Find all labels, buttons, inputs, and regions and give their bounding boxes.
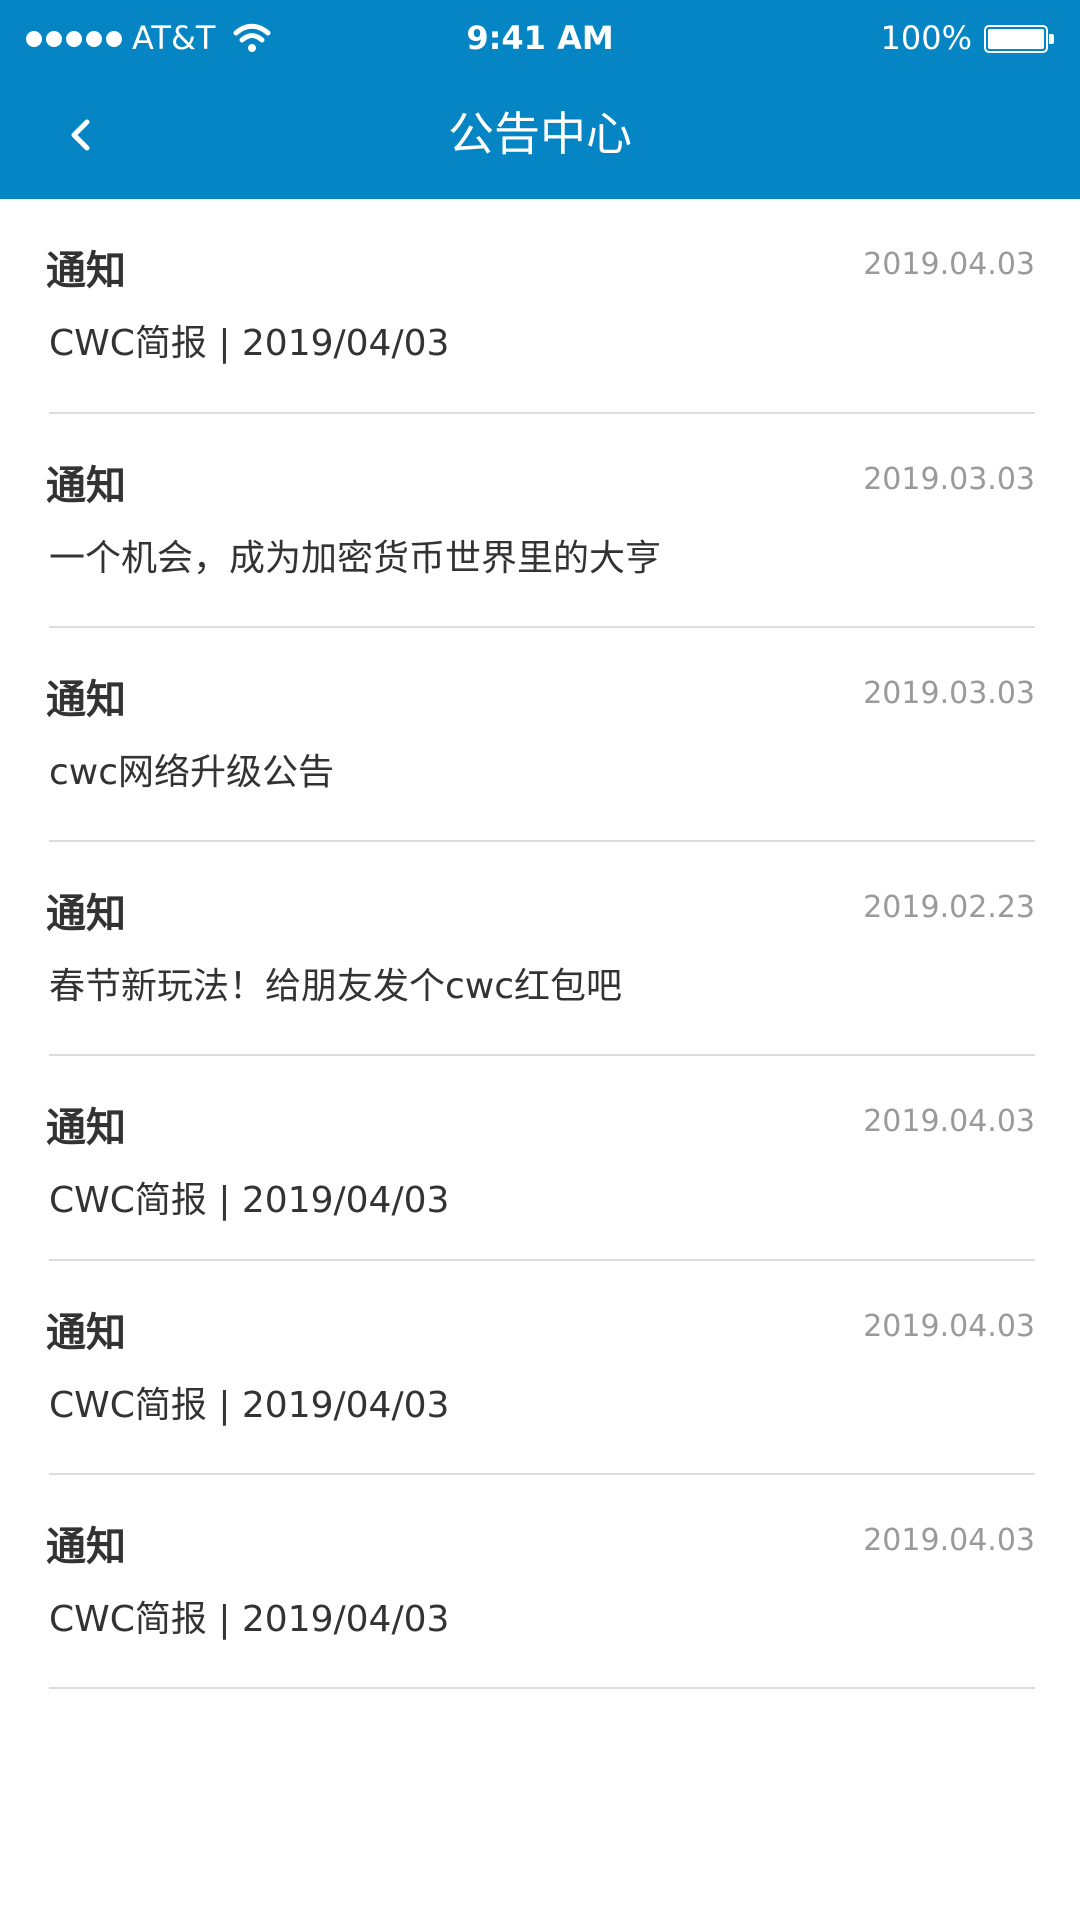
status-bar: AT&T 9:41 AM 100% [0, 0, 1080, 78]
notice-title: 通知 [46, 1310, 126, 1356]
battery-cap [1049, 34, 1054, 44]
notice-date: 2019.04.03 [863, 1523, 1035, 1558]
notice-title: 通知 [46, 1105, 126, 1151]
notice-content: 春节新玩法！给朋友发个cwc红包吧 [49, 966, 623, 1007]
notice-item[interactable]: 通知 2019.03.03 一个机会，成为加密货币世界里的大亨 [46, 414, 1035, 628]
app-header: AT&T 9:41 AM 100% 公告中心 [0, 0, 1080, 199]
notice-item[interactable]: 通知 2019.02.23 春节新玩法！给朋友发个cwc红包吧 [46, 842, 1035, 1056]
notice-date: 2019.04.03 [863, 247, 1035, 282]
page-title: 公告中心 [448, 107, 632, 161]
notice-item[interactable]: 通知 2019.04.03 CWC简报 | 2019/04/03 [46, 1261, 1035, 1475]
notice-content: 一个机会，成为加密货币世界里的大亨 [49, 538, 662, 579]
notice-item[interactable]: 通知 2019.04.03 CWC简报 | 2019/04/03 [46, 199, 1035, 414]
notice-title: 通知 [46, 677, 126, 723]
notice-title: 通知 [46, 1524, 126, 1570]
notice-date: 2019.03.03 [863, 462, 1035, 497]
notice-date: 2019.02.23 [863, 890, 1035, 925]
notice-date: 2019.04.03 [863, 1104, 1035, 1139]
notice-content: cwc网络升级公告 [49, 752, 335, 793]
notice-item[interactable]: 通知 2019.04.03 CWC简报 | 2019/04/03 [46, 1475, 1035, 1689]
notice-title: 通知 [46, 891, 126, 937]
notice-content: CWC简报 | 2019/04/03 [49, 1599, 450, 1640]
notice-list: 通知 2019.04.03 CWC简报 | 2019/04/03 通知 2019… [0, 199, 1080, 1689]
notice-item[interactable]: 通知 2019.04.03 CWC简报 | 2019/04/03 [46, 1056, 1035, 1261]
notice-date: 2019.03.03 [863, 676, 1035, 711]
notice-item[interactable]: 通知 2019.03.03 cwc网络升级公告 [46, 628, 1035, 842]
notice-title: 通知 [46, 248, 126, 294]
notice-title: 通知 [46, 463, 126, 509]
battery-icon [984, 25, 1048, 53]
notice-content: CWC简报 | 2019/04/03 [49, 1180, 450, 1221]
battery-percentage: 100% [880, 19, 972, 57]
notice-content: CWC简报 | 2019/04/03 [49, 323, 450, 364]
notice-date: 2019.04.03 [863, 1309, 1035, 1344]
notice-content: CWC简报 | 2019/04/03 [49, 1385, 450, 1426]
